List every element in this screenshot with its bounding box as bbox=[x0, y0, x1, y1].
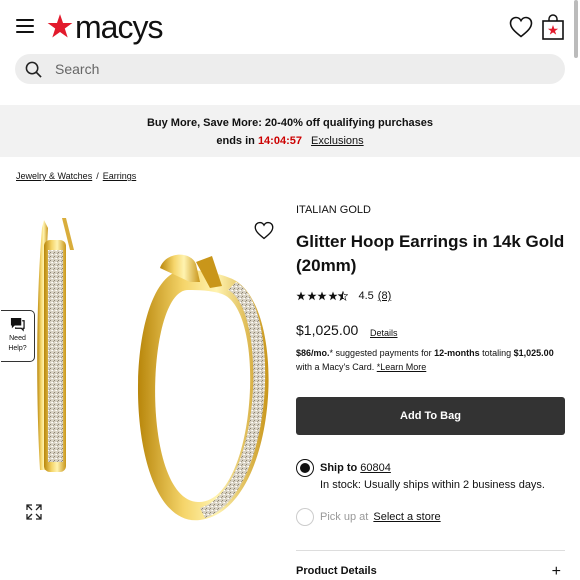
promo-banner: Buy More, Save More: 20-40% off qualifyi… bbox=[0, 105, 580, 157]
favorite-heart-icon[interactable] bbox=[254, 221, 274, 240]
product-details-accordion[interactable]: Product Details + bbox=[296, 563, 565, 580]
need-help-button[interactable]: Need Help? bbox=[1, 310, 35, 362]
search-icon bbox=[25, 61, 42, 78]
promo-ends-label: ends in bbox=[216, 135, 255, 147]
add-to-bag-button[interactable]: Add To Bag bbox=[296, 397, 565, 435]
stock-status: In stock: Usually ships within 2 busines… bbox=[320, 479, 545, 491]
product-brand[interactable]: ITALIAN GOLD bbox=[296, 204, 371, 216]
star-icon bbox=[327, 291, 338, 301]
zip-code-link[interactable]: 60804 bbox=[360, 462, 391, 474]
financing-card-text: with a Macy's Card. bbox=[296, 362, 377, 372]
promo-headline: Buy More, Save More: 20-40% off qualifyi… bbox=[146, 117, 434, 129]
search-input[interactable] bbox=[55, 61, 535, 77]
select-store-link[interactable]: Select a store bbox=[373, 511, 440, 523]
star-logo-icon bbox=[47, 14, 73, 38]
plus-icon[interactable]: + bbox=[552, 563, 561, 580]
promo-countdown: ends in 14:04:57 Exclusions bbox=[0, 135, 580, 147]
shopping-bag-icon[interactable] bbox=[542, 14, 564, 40]
need-help-line1: Need bbox=[9, 335, 26, 342]
product-rating[interactable]: 4.5 (8) bbox=[296, 290, 391, 302]
review-count[interactable]: (8) bbox=[378, 290, 391, 302]
pickup-label: Pick up at bbox=[320, 511, 369, 523]
divider bbox=[296, 550, 565, 551]
breadcrumb-earrings[interactable]: Earrings bbox=[103, 171, 137, 181]
rating-value: 4.5 bbox=[358, 290, 374, 302]
scrollbar[interactable] bbox=[574, 0, 578, 58]
ship-line: Ship to 60804 bbox=[320, 462, 391, 474]
product-details-label: Product Details bbox=[296, 565, 377, 577]
breadcrumb-separator: / bbox=[96, 171, 99, 181]
ship-label: Ship to bbox=[320, 462, 358, 474]
product-price: $1,025.00 bbox=[296, 322, 359, 338]
learn-more-link[interactable]: *Learn More bbox=[377, 362, 427, 372]
logo-wordmark: macys bbox=[75, 9, 163, 45]
rating-stars bbox=[296, 291, 349, 301]
wishlist-heart-icon[interactable] bbox=[509, 16, 533, 38]
financing-suggested: suggested payments for bbox=[333, 348, 435, 358]
search-bar[interactable] bbox=[15, 54, 565, 84]
breadcrumb: Jewelry & Watches / Earrings bbox=[16, 171, 136, 181]
monthly-payment: $86/mo. bbox=[296, 348, 330, 358]
financing-info: $86/mo.* suggested payments for 12-month… bbox=[296, 346, 568, 374]
price-details-link[interactable]: Details bbox=[370, 328, 398, 338]
star-half-icon bbox=[338, 291, 348, 301]
pickup-radio[interactable] bbox=[296, 508, 314, 526]
breadcrumb-jewelry-watches[interactable]: Jewelry & Watches bbox=[16, 171, 92, 181]
star-icon bbox=[317, 291, 327, 301]
ship-radio[interactable] bbox=[296, 459, 314, 477]
promo-timer: 14:04:57 bbox=[257, 135, 302, 147]
product-title: Glitter Hoop Earrings in 14k Gold (20mm) bbox=[296, 232, 565, 275]
star-icon bbox=[296, 291, 306, 301]
menu-icon[interactable] bbox=[16, 19, 34, 33]
financing-term: 12-months bbox=[434, 348, 480, 358]
financing-total: $1,025.00 bbox=[513, 348, 554, 358]
site-header: macys bbox=[0, 0, 580, 104]
pickup-line: Pick up at Select a store bbox=[320, 511, 441, 523]
star-icon bbox=[306, 291, 317, 301]
exclusions-link[interactable]: Exclusions bbox=[311, 135, 364, 147]
product-image[interactable] bbox=[0, 190, 290, 580]
need-help-line2: Help? bbox=[8, 345, 27, 352]
macys-logo[interactable]: macys bbox=[46, 9, 163, 45]
chat-icon bbox=[10, 317, 25, 332]
expand-icon[interactable] bbox=[26, 504, 42, 520]
financing-totaling: totaling bbox=[479, 348, 514, 358]
